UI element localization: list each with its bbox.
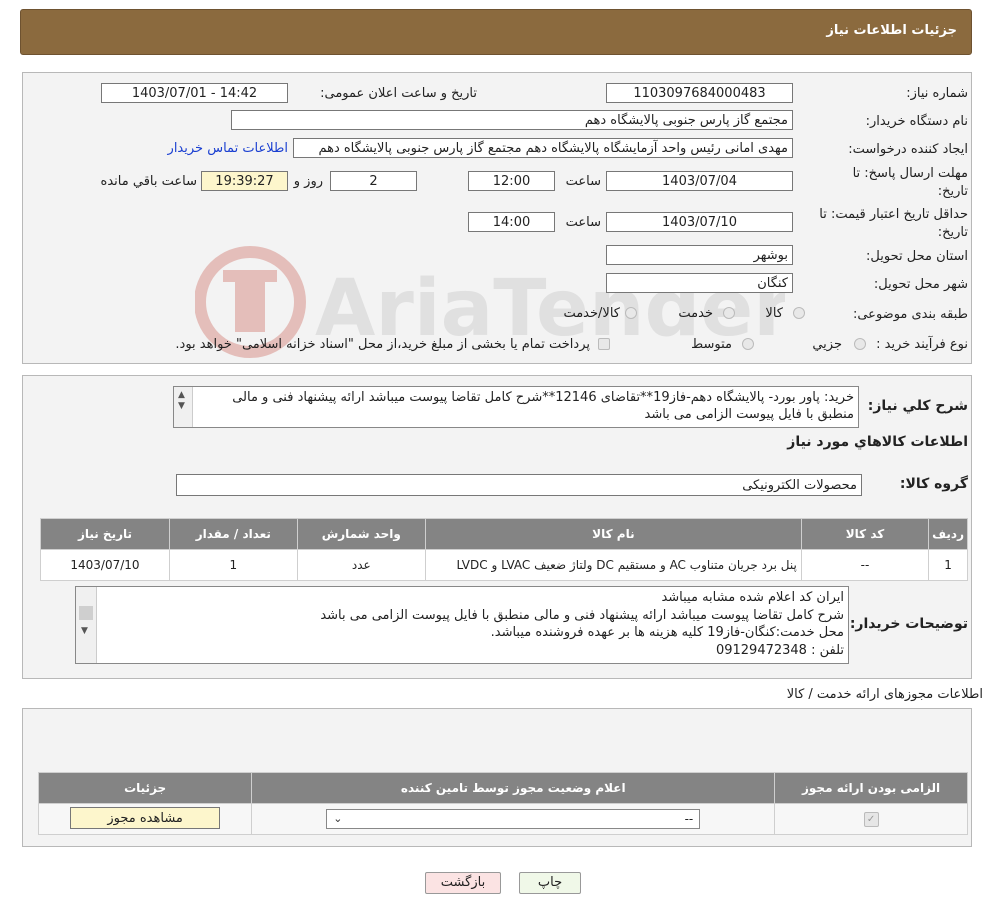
summary-textarea[interactable]: خرید: پاور بورد- پالایشگاه دهم-فاز19**تق… [173, 386, 859, 428]
validity-time-label: ساعت [565, 215, 601, 230]
col-unit: واحد شمارش [296, 518, 426, 550]
col-code: کد کالا [800, 518, 930, 550]
goods-info-title: اطلاعات کالاهاي مورد نياز [787, 434, 968, 450]
back-button[interactable]: بازگشت [425, 872, 501, 894]
buyer-org-field: مجتمع گاز پارس جنوبی پالایشگاه دهم [231, 110, 793, 130]
col-required: الزامی بودن ارائه مجوز [774, 772, 968, 804]
table-row: 1403/07/10 1 عدد پنل برد جریان متناوب AC… [40, 549, 968, 581]
purchase-note: پرداخت تمام یا بخشی از مبلغ خرید،از محل … [175, 337, 590, 352]
notes-scrollbar[interactable] [76, 587, 97, 663]
goods-group-field: محصولات الکترونیکی [176, 474, 862, 496]
notes-line-4: تلفن : 09129472348 [715, 642, 844, 658]
cell-unit: عدد [296, 549, 426, 581]
print-button[interactable]: چاپ [519, 872, 581, 894]
col-date: تاریخ نیاز [40, 518, 170, 550]
required-checkbox[interactable]: ✓ [863, 812, 879, 827]
chevron-down-icon: ⌄ [333, 812, 343, 825]
days-label: روز و [293, 174, 323, 189]
buyer-notes-textarea[interactable]: ایران کد اعلام شده مشابه میباشد شرح کامل… [75, 586, 849, 664]
need-number-label: شماره نیاز: [906, 86, 968, 101]
announce-label: تاریخ و ساعت اعلان عمومی: [320, 86, 477, 101]
category-radio-service[interactable] [723, 307, 735, 319]
notes-line-2: شرح کامل تقاضا پیوست میباشد ارائه پیشنها… [320, 607, 844, 623]
announce-field: 1403/07/01 - 14:42 [101, 83, 288, 103]
category-label: طبقه بندی موضوعی: [852, 307, 968, 322]
need-number-field: 1103097684000483 [606, 83, 793, 103]
category-option-service: خدمت [678, 306, 713, 321]
cell-name: پنل برد جریان متناوب AC و مستقیم DC ولتا… [424, 549, 802, 581]
cell-code: -- [800, 549, 930, 581]
cell-required: ✓ [774, 803, 968, 835]
cell-details: مشاهده مجوز [37, 803, 253, 835]
deadline-time-field: 12:00 [468, 171, 555, 191]
province-field: بوشهر [606, 245, 793, 265]
deadline-label: مهلت ارسال پاسخ: تا تاریخ: [852, 166, 968, 199]
scroll-up-icon[interactable]: ▲ [178, 390, 185, 400]
requester-field: مهدی امانی رئیس واحد آزمایشگاه پالایشگاه… [293, 138, 793, 158]
permit-status-select[interactable]: -- ⌄ [326, 809, 701, 829]
city-label: شهر محل تحویل: [873, 277, 968, 292]
col-status: اعلام وضعیت مجوز توسط تامین کننده [251, 772, 776, 804]
permits-table-header: جزئیات اعلام وضعیت مجوز توسط تامین کننده… [37, 772, 968, 804]
permits-title: اطلاعات مجوزهای ارائه خدمت / کالا [786, 687, 983, 702]
goods-table: تاریخ نیاز تعداد / مقدار واحد شمارش نام … [40, 518, 968, 581]
col-row: رديف [928, 518, 968, 550]
city-field: کنگان [606, 273, 793, 293]
scroll-down-icon[interactable]: ▼ [178, 401, 185, 411]
page-header: جزئیات اطلاعات نیاز [20, 9, 972, 55]
col-details: جزئیات [37, 772, 253, 804]
summary-label: شرح کلي نياز: [867, 398, 968, 414]
notes-scroll-down-icon[interactable]: ▼ [81, 626, 88, 636]
purchase-type-label: نوع فرآیند خرید : [876, 337, 968, 352]
notes-scroll-thumb[interactable] [79, 606, 93, 620]
cell-qty: 1 [168, 549, 298, 581]
purchase-option-medium: متوسط [691, 337, 732, 352]
buyer-org-label: نام دستگاه خریدار: [865, 114, 968, 129]
table-row: مشاهده مجوز -- ⌄ ✓ [37, 803, 968, 835]
cell-row: 1 [928, 549, 968, 581]
validity-label: حداقل تاریخ اعتبار قیمت: تا تاریخ: [819, 207, 968, 240]
deadline-time-label: ساعت [565, 174, 601, 189]
notes-line-1: ایران کد اعلام شده مشابه میباشد [661, 590, 844, 605]
col-qty: تعداد / مقدار [168, 518, 298, 550]
deadline-date-field: 1403/07/04 [606, 171, 793, 191]
notes-line-3: محل خدمت:کنگان-فاز19 کلیه هزینه ها بر عه… [490, 625, 844, 640]
category-radio-goods-service[interactable] [625, 307, 637, 319]
cell-status: -- ⌄ [251, 803, 776, 835]
requester-label: ایجاد کننده درخواست: [848, 142, 968, 157]
page-title: جزئیات اطلاعات نیاز [826, 23, 957, 38]
cell-date: 1403/07/10 [40, 549, 170, 581]
validity-time-field: 14:00 [468, 212, 555, 232]
buyer-notes-label: توضیحات خریدار: [849, 616, 968, 632]
goods-table-header: تاریخ نیاز تعداد / مقدار واحد شمارش نام … [40, 518, 968, 550]
province-label: استان محل تحویل: [866, 249, 968, 264]
permits-table: جزئیات اعلام وضعیت مجوز توسط تامین کننده… [37, 772, 968, 835]
category-radio-goods[interactable] [793, 307, 805, 319]
purchase-option-minor: جزیي [812, 337, 842, 352]
view-permit-button[interactable]: مشاهده مجوز [70, 806, 221, 829]
remaining-time-field: 19:39:27 [201, 171, 288, 191]
category-option-goods: کالا [765, 306, 783, 321]
validity-date-field: 1403/07/10 [606, 212, 793, 232]
purchase-treasury-checkbox[interactable] [598, 338, 610, 350]
buyer-contact-link[interactable]: اطلاعات تماس خریدار [168, 141, 288, 156]
goods-group-label: گروه کالا: [899, 476, 968, 492]
purchase-radio-minor[interactable] [854, 338, 866, 350]
col-name: نام کالا [424, 518, 802, 550]
remaining-time-label: ساعت باقي مانده [100, 174, 197, 189]
days-field: 2 [330, 171, 417, 191]
category-option-goods-service: کالا/خدمت [563, 306, 620, 321]
purchase-radio-medium[interactable] [742, 338, 754, 350]
